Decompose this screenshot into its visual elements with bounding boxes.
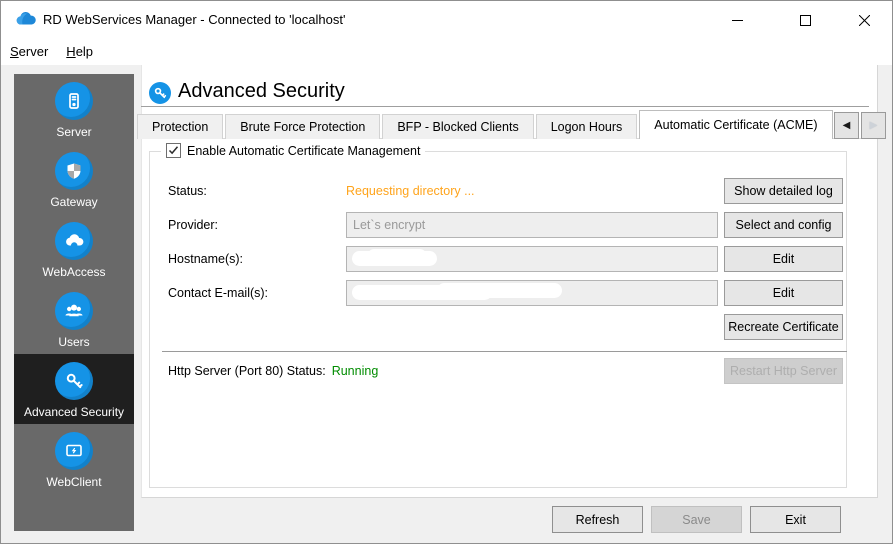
restart-http-server-button[interactable]: Restart Http Server: [724, 358, 843, 384]
page-title: Advanced Security: [178, 80, 345, 102]
sidebar-item-webclient[interactable]: WebClient: [14, 424, 134, 494]
show-detailed-log-button[interactable]: Show detailed log: [724, 178, 843, 204]
minimize-button[interactable]: [714, 1, 760, 39]
tab-logon-hours[interactable]: Logon Hours: [535, 114, 638, 139]
page-key-icon: [149, 82, 171, 104]
menu-help[interactable]: Help: [57, 39, 102, 65]
sidebar: Server Gateway WebAccess Users Advanced …: [14, 74, 134, 531]
tab-protection[interactable]: Protection: [137, 114, 224, 139]
app-window: RD WebServices Manager - Connected to 'l…: [0, 0, 893, 544]
app-cloud-icon: [14, 9, 36, 31]
status-label: Status:: [168, 184, 207, 198]
status-value: Requesting directory ...: [346, 184, 475, 198]
provider-label: Provider:: [168, 218, 219, 232]
menu-server[interactable]: Server: [1, 39, 57, 65]
tab-scroll-right-icon[interactable]: ▶: [861, 112, 886, 139]
sidebar-item-users[interactable]: Users: [14, 284, 134, 354]
redaction-blob: [367, 249, 427, 264]
tab-bfp-blocked-clients[interactable]: BFP - Blocked Clients: [382, 114, 534, 139]
tab-strip: Protection Brute Force Protection BFP - …: [137, 110, 833, 139]
http-server-status-label: Http Server (Port 80) Status:: [168, 364, 326, 378]
redaction-blob: [437, 283, 562, 298]
hostnames-field: [346, 246, 718, 272]
groupbox-title: Enable Automatic Certificate Management: [187, 143, 421, 158]
edit-contacts-button[interactable]: Edit: [724, 280, 843, 306]
sidebar-item-server[interactable]: Server: [14, 74, 134, 144]
section-divider: [162, 351, 847, 352]
sidebar-item-label: Users: [58, 335, 90, 349]
exit-button[interactable]: Exit: [750, 506, 841, 533]
sidebar-item-label: Gateway: [50, 195, 98, 209]
groupbox-legend: Enable Automatic Certificate Management: [161, 143, 426, 158]
enable-acme-checkbox[interactable]: [166, 143, 181, 158]
close-button[interactable]: [841, 1, 887, 39]
title-bar: RD WebServices Manager - Connected to 'l…: [1, 1, 892, 39]
sidebar-item-gateway[interactable]: Gateway: [14, 144, 134, 214]
sidebar-item-label: WebAccess: [42, 265, 106, 279]
maximize-button[interactable]: [782, 1, 828, 39]
window-title: RD WebServices Manager - Connected to 'l…: [43, 12, 346, 27]
hostnames-label: Hostname(s):: [168, 252, 244, 266]
refresh-button[interactable]: Refresh: [552, 506, 643, 533]
sidebar-item-label: WebClient: [46, 475, 102, 489]
menu-bar: Server Help: [1, 39, 892, 65]
http-server-status-row: Http Server (Port 80) Status: Running: [168, 364, 378, 378]
title-underline: [141, 106, 869, 107]
sidebar-item-label: Advanced Security: [23, 405, 125, 419]
tab-automatic-certificate-acme[interactable]: Automatic Certificate (ACME): [639, 110, 833, 139]
tab-brute-force-protection[interactable]: Brute Force Protection: [225, 114, 381, 139]
select-and-config-button[interactable]: Select and config: [724, 212, 843, 238]
provider-field: Let`s encrypt: [346, 212, 718, 238]
shield-icon: [55, 152, 93, 190]
acme-groupbox: Enable Automatic Certificate Management …: [149, 143, 847, 488]
contacts-field: [346, 280, 718, 306]
sidebar-item-advanced-security[interactable]: Advanced Security: [14, 354, 134, 424]
recreate-certificate-button[interactable]: Recreate Certificate: [724, 314, 843, 340]
contacts-label: Contact E-mail(s):: [168, 286, 269, 300]
http-server-status-value: Running: [331, 364, 379, 378]
users-icon: [55, 292, 93, 330]
cloud-icon: [55, 222, 93, 260]
monitor-icon: [55, 432, 93, 470]
tab-scroll-left-icon[interactable]: ◀: [834, 112, 859, 139]
key-icon: [55, 362, 93, 400]
save-button[interactable]: Save: [651, 506, 742, 533]
edit-hostnames-button[interactable]: Edit: [724, 246, 843, 272]
sidebar-item-label: Server: [56, 125, 92, 139]
server-icon: [55, 82, 93, 120]
sidebar-item-webaccess[interactable]: WebAccess: [14, 214, 134, 284]
